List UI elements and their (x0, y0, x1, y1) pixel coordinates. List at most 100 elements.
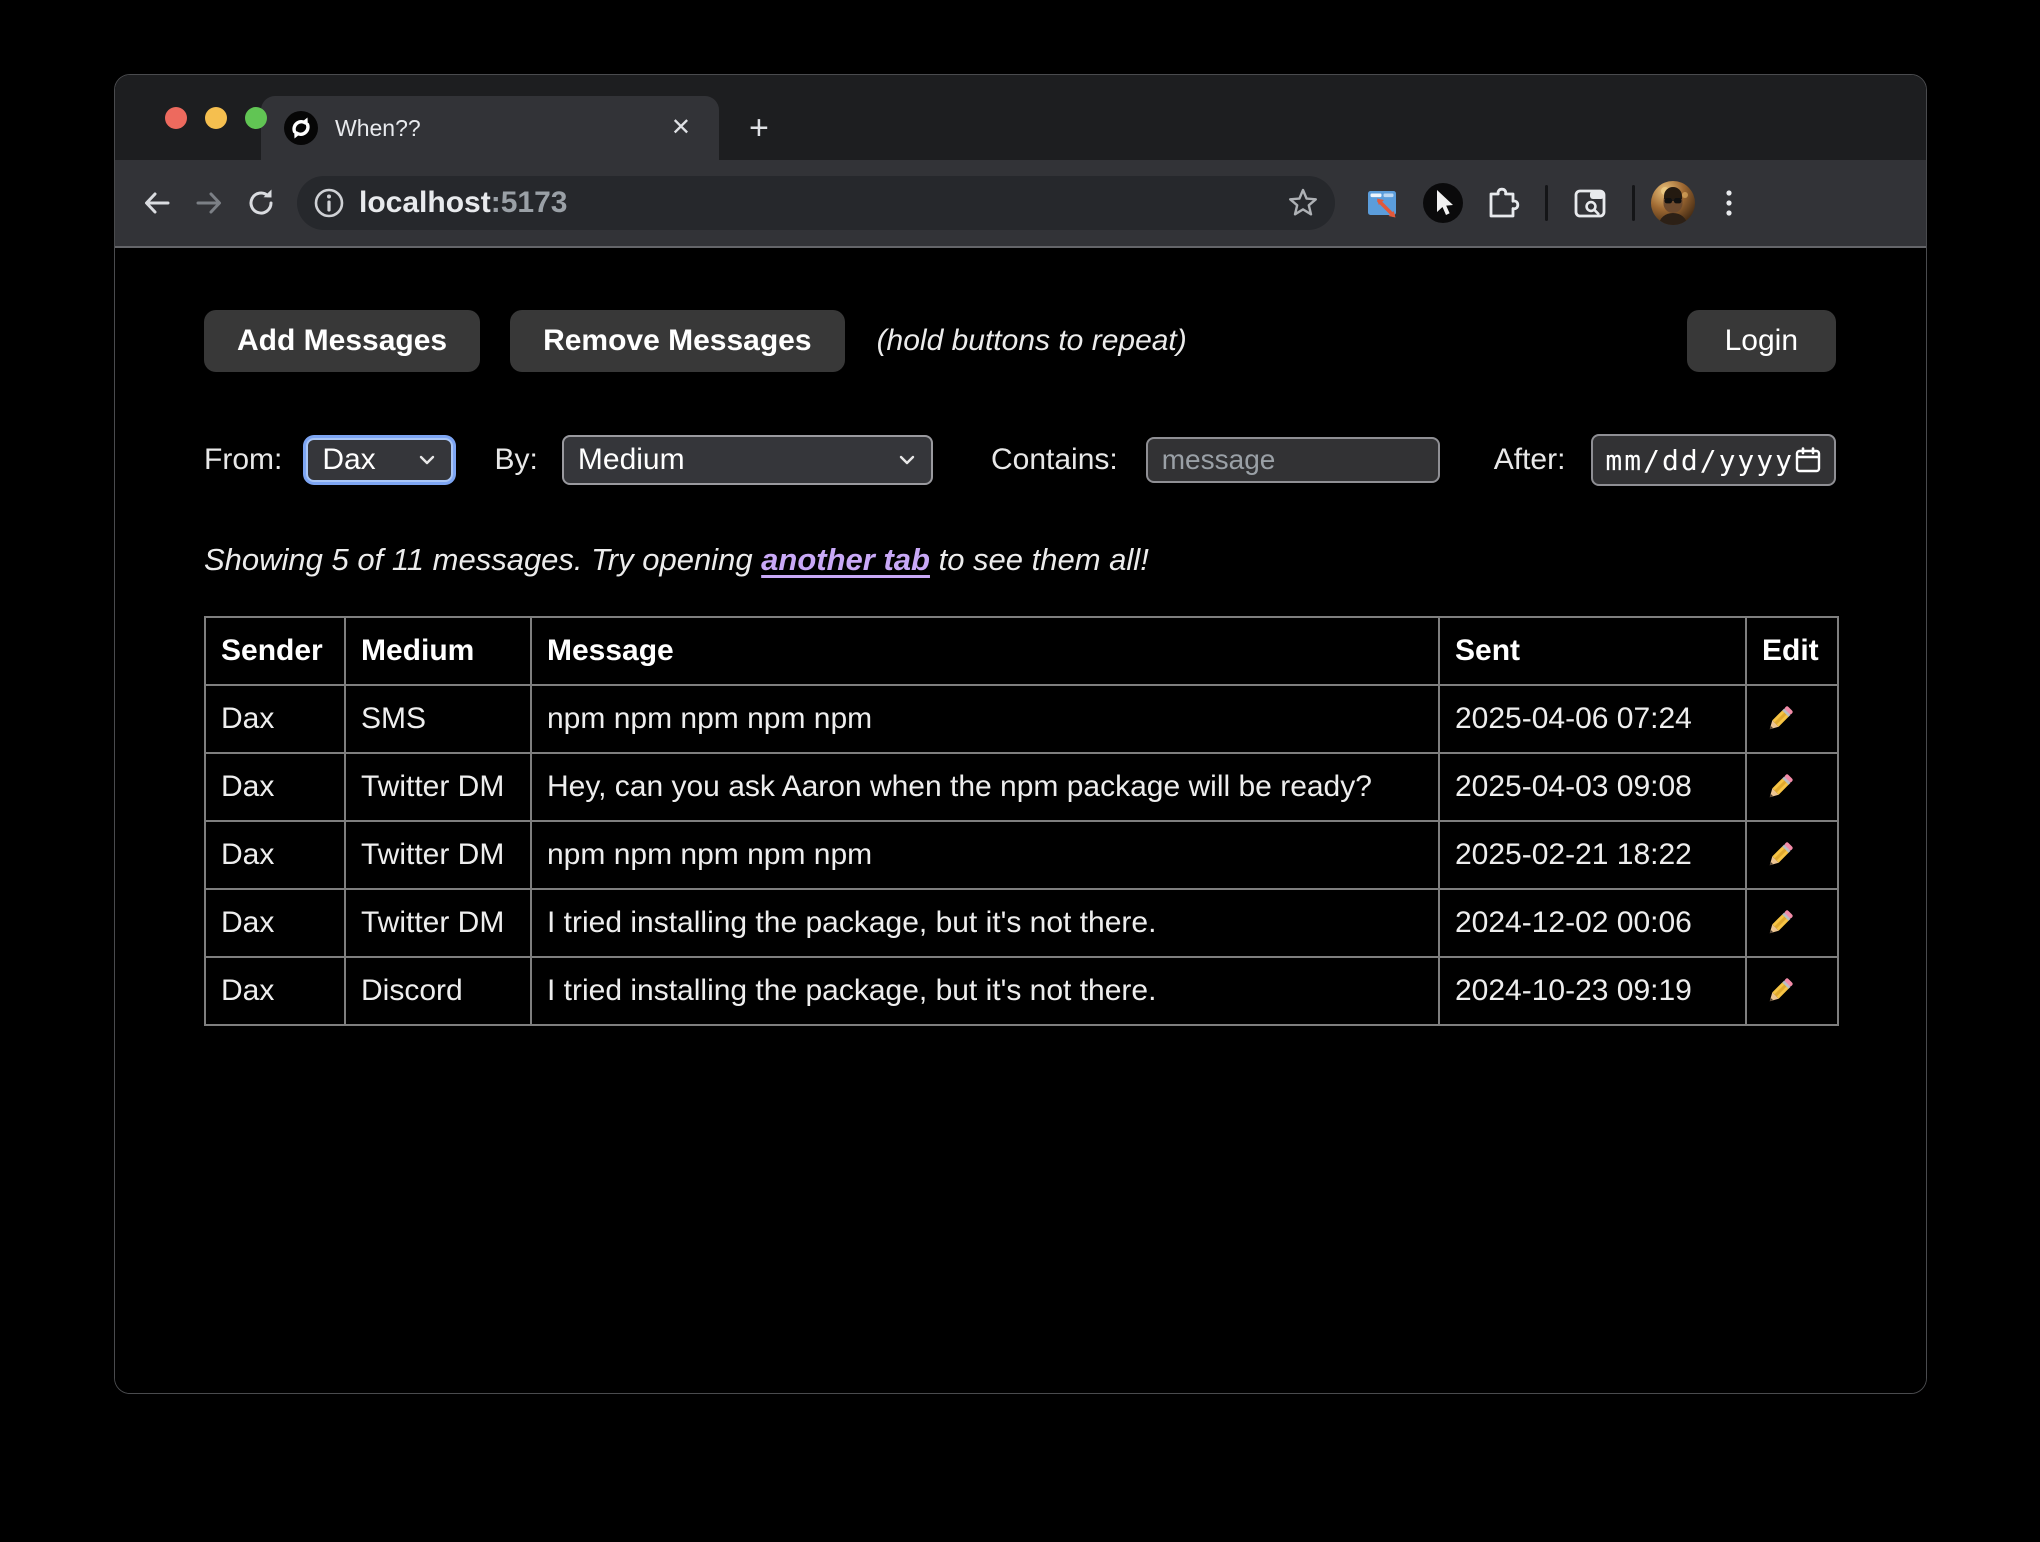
cell-medium: Twitter DM (345, 889, 531, 957)
cell-message: I tried installing the package, but it's… (531, 889, 1439, 957)
reload-icon (244, 186, 278, 220)
window-resizer-icon (1365, 185, 1401, 221)
from-label: From: (204, 443, 282, 477)
toolbar-divider (1632, 185, 1635, 221)
reload-button[interactable] (235, 177, 287, 229)
window-controls (165, 107, 267, 129)
edit-pencil-icon[interactable] (1763, 974, 1797, 1008)
chevron-down-icon (897, 450, 917, 470)
forward-button[interactable] (183, 177, 235, 229)
from-select[interactable]: Dax (306, 438, 452, 482)
cell-edit (1746, 753, 1838, 821)
chevron-down-icon (417, 450, 437, 470)
cell-edit (1746, 889, 1838, 957)
minimize-window-button[interactable] (205, 107, 227, 129)
table-row: Dax Twitter DM npm npm npm npm npm 2025-… (205, 821, 1838, 889)
toolbar-divider (1545, 185, 1548, 221)
table-row: Dax Discord I tried installing the packa… (205, 957, 1838, 1025)
cell-message: Hey, can you ask Aaron when the npm pack… (531, 753, 1439, 821)
contains-label: Contains: (991, 443, 1118, 477)
browser-toolbar: localhost:5173 (115, 160, 1926, 248)
tab-strip: When?? ✕ + (115, 75, 1926, 160)
cell-sender: Dax (205, 685, 345, 753)
forward-arrow-icon (192, 186, 226, 220)
filters-row: From: Dax By: Medium Contains: After: mm… (204, 434, 1836, 486)
cell-sender: Dax (205, 957, 345, 1025)
url-port: :5173 (491, 186, 568, 219)
cell-edit (1746, 685, 1838, 753)
header-sent: Sent (1439, 617, 1746, 685)
tab-search-button[interactable] (1564, 177, 1616, 229)
cursor-extension-button[interactable] (1417, 177, 1469, 229)
after-label: After: (1494, 443, 1566, 477)
cell-sent: 2025-02-21 18:22 (1439, 821, 1746, 889)
puzzle-piece-icon (1484, 184, 1522, 222)
cell-sent: 2024-10-23 09:19 (1439, 957, 1746, 1025)
cell-sent: 2024-12-02 00:06 (1439, 889, 1746, 957)
tab-title: When?? (335, 115, 665, 142)
cursor-pointer-icon (1421, 181, 1465, 225)
edit-pencil-icon[interactable] (1763, 770, 1797, 804)
remove-messages-button[interactable]: Remove Messages (510, 310, 844, 372)
header-message: Message (531, 617, 1439, 685)
status-line: Showing 5 of 11 messages. Try opening an… (204, 542, 1836, 578)
window-resizer-extension-button[interactable] (1357, 177, 1409, 229)
cell-edit (1746, 957, 1838, 1025)
page-content: Add Messages Remove Messages (hold butto… (115, 248, 1926, 1393)
date-placeholder: mm/dd/yyyy (1605, 444, 1794, 477)
browser-tab[interactable]: When?? ✕ (261, 96, 719, 160)
new-tab-button[interactable]: + (749, 109, 769, 148)
header-sender: Sender (205, 617, 345, 685)
contains-input[interactable] (1146, 437, 1440, 483)
login-button[interactable]: Login (1687, 310, 1836, 372)
table-row: Dax SMS npm npm npm npm npm 2025-04-06 0… (205, 685, 1838, 753)
bookmark-star-icon[interactable] (1285, 185, 1321, 221)
another-tab-link[interactable]: another tab (761, 542, 930, 577)
edit-pencil-icon[interactable] (1763, 906, 1797, 940)
site-info-icon[interactable] (313, 187, 345, 219)
header-edit: Edit (1746, 617, 1838, 685)
browser-menu-button[interactable] (1703, 177, 1755, 229)
calendar-icon[interactable] (1794, 446, 1822, 474)
profile-avatar[interactable] (1651, 181, 1695, 225)
cell-sender: Dax (205, 753, 345, 821)
header-medium: Medium (345, 617, 531, 685)
close-window-button[interactable] (165, 107, 187, 129)
cell-medium: Discord (345, 957, 531, 1025)
cell-sender: Dax (205, 889, 345, 957)
edit-pencil-icon[interactable] (1763, 702, 1797, 736)
add-messages-button[interactable]: Add Messages (204, 310, 480, 372)
browser-window: When?? ✕ + loc (114, 74, 1927, 1394)
toolbar-extensions (1357, 177, 1755, 229)
zoom-window-button[interactable] (245, 107, 267, 129)
kebab-menu-icon (1712, 186, 1746, 220)
status-suffix: to see them all! (930, 542, 1149, 577)
cell-sent: 2025-04-06 07:24 (1439, 685, 1746, 753)
cell-message: npm npm npm npm npm (531, 821, 1439, 889)
by-label: By: (495, 443, 538, 477)
messages-table: Sender Medium Message Sent Edit Dax SMS … (204, 616, 1839, 1026)
back-arrow-icon (140, 186, 174, 220)
table-body: Dax SMS npm npm npm npm npm 2025-04-06 0… (205, 685, 1838, 1025)
cell-medium: SMS (345, 685, 531, 753)
cell-edit (1746, 821, 1838, 889)
back-button[interactable] (131, 177, 183, 229)
after-date-input[interactable]: mm/dd/yyyy (1591, 434, 1836, 486)
tab-close-icon[interactable]: ✕ (665, 112, 697, 144)
table-header-row: Sender Medium Message Sent Edit (205, 617, 1838, 685)
url-text: localhost:5173 (359, 186, 1285, 220)
url-host: localhost (359, 186, 491, 219)
tab-search-icon (1571, 184, 1609, 222)
edit-pencil-icon[interactable] (1763, 838, 1797, 872)
table-row: Dax Twitter DM Hey, can you ask Aaron wh… (205, 753, 1838, 821)
from-select-value: Dax (322, 443, 375, 477)
status-prefix: Showing 5 of 11 messages. Try opening (204, 542, 761, 577)
table-row: Dax Twitter DM I tried installing the pa… (205, 889, 1838, 957)
cell-message: npm npm npm npm npm (531, 685, 1439, 753)
address-bar[interactable]: localhost:5173 (297, 176, 1335, 230)
extensions-menu-button[interactable] (1477, 177, 1529, 229)
hold-buttons-hint: (hold buttons to repeat) (877, 324, 1187, 358)
cell-sender: Dax (205, 821, 345, 889)
by-select[interactable]: Medium (562, 435, 933, 485)
cell-medium: Twitter DM (345, 753, 531, 821)
